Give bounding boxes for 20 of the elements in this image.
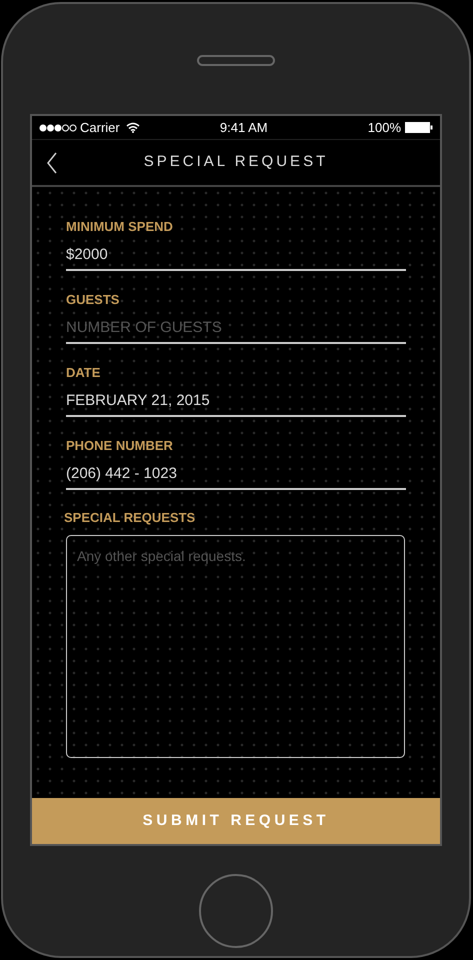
field-label: PHONE NUMBER — [66, 437, 174, 455]
back-chevron-icon — [46, 152, 58, 174]
clock-text: 9:41 AM — [220, 118, 268, 137]
special-requests-field[interactable]: Any other special requests. — [66, 535, 405, 758]
input-field[interactable]: (206) 442 - 1023 — [66, 462, 406, 490]
carrier-text: Carrier — [80, 118, 120, 137]
home-button[interactable] — [199, 874, 273, 948]
battery-text: 100% — [368, 118, 401, 137]
input-field[interactable]: $2000 — [66, 243, 406, 271]
field-label: DATE — [66, 364, 102, 382]
field-label: GUESTS — [66, 291, 120, 309]
wifi-icon — [126, 122, 140, 133]
field-label: MINIMUM SPEND — [66, 218, 174, 236]
input-field[interactable]: FEBRUARY 21, 2015 — [66, 389, 406, 417]
field-label: SPECIAL REQUESTS — [64, 509, 196, 527]
signal-icon — [39, 124, 77, 132]
battery-icon — [405, 122, 433, 133]
back-button[interactable] — [46, 152, 58, 174]
input-field[interactable]: NUMBER OF GUESTS — [66, 316, 406, 344]
page-title: SPECIAL REQUEST — [144, 152, 328, 172]
